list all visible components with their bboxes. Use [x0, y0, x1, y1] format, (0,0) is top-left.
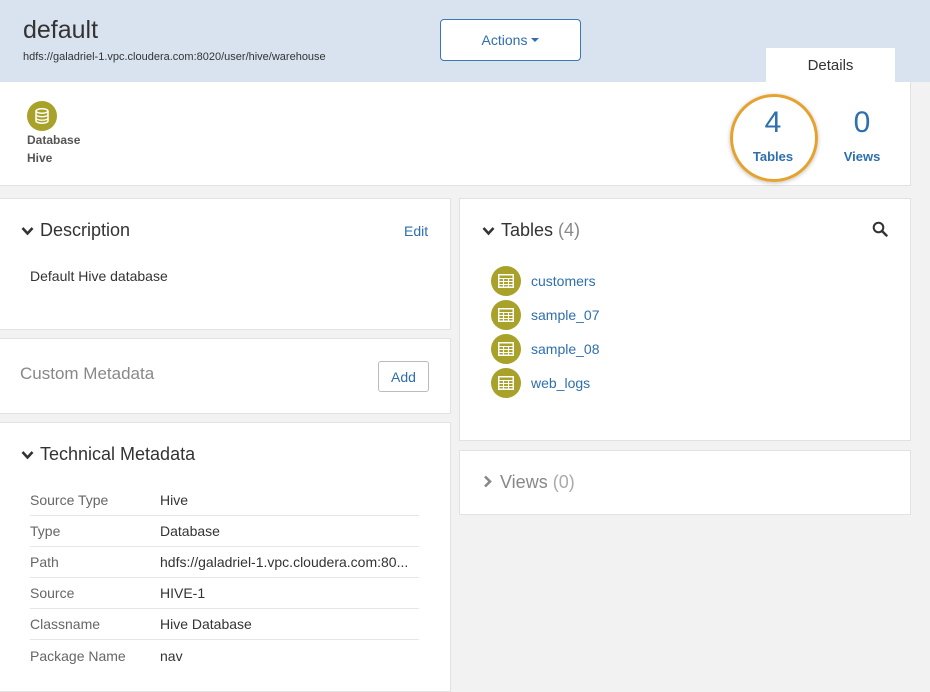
description-header[interactable]: Description	[21, 220, 130, 241]
metadata-row: Source Type Hive	[30, 485, 419, 516]
metadata-value: Database	[160, 523, 220, 539]
metadata-key: Package Name	[30, 647, 126, 664]
views-count-label[interactable]: Views	[832, 149, 892, 164]
table-link[interactable]: web_logs	[531, 375, 590, 391]
tables-count-label[interactable]: Tables	[743, 149, 803, 164]
table-link[interactable]: sample_08	[531, 341, 600, 357]
chevron-down-icon	[21, 220, 35, 241]
views-count[interactable]: 0	[832, 106, 892, 140]
table-list-item[interactable]: sample_08	[491, 334, 600, 364]
metadata-key: Path	[30, 554, 59, 570]
metadata-value: HIVE-1	[160, 585, 206, 601]
add-metadata-button[interactable]: Add	[378, 361, 429, 392]
table-list-item[interactable]: customers	[491, 266, 596, 296]
chevron-down-icon	[482, 220, 496, 241]
search-icon[interactable]	[872, 221, 888, 242]
technical-metadata-title: Technical Metadata	[40, 444, 196, 464]
metadata-value: Hive	[160, 492, 189, 508]
metadata-key: Type	[30, 523, 61, 539]
technical-metadata-header[interactable]: Technical Metadata	[21, 444, 195, 465]
custom-metadata-title: Custom Metadata	[20, 364, 155, 383]
description-panel	[0, 198, 451, 330]
actions-label: Actions	[481, 32, 528, 48]
tables-count-badge: (4)	[558, 220, 581, 240]
caret-down-icon	[531, 38, 540, 42]
actions-dropdown-button[interactable]: Actions	[440, 19, 581, 61]
views-title: Views	[500, 472, 548, 492]
edit-description-link[interactable]: Edit	[404, 223, 428, 239]
metadata-key: Source Type	[30, 492, 109, 508]
table-list-item[interactable]: web_logs	[491, 368, 590, 398]
description-title: Description	[40, 220, 131, 240]
table-icon	[491, 300, 521, 330]
views-header[interactable]: Views (0)	[483, 472, 575, 493]
table-icon	[491, 266, 521, 296]
metadata-value: nav	[160, 647, 183, 664]
metadata-row: Type Database	[30, 516, 419, 547]
views-count-badge: (0)	[552, 472, 575, 492]
tables-header[interactable]: Tables (4)	[482, 220, 580, 241]
chevron-down-icon	[21, 444, 35, 465]
page-title: default	[23, 16, 99, 44]
entity-source-label: Hive	[27, 151, 53, 165]
table-list-item[interactable]: sample_07	[491, 300, 600, 330]
tab-details[interactable]: Details	[766, 48, 895, 82]
metadata-key: Classname	[30, 616, 101, 632]
table-icon	[491, 368, 521, 398]
metadata-row: Path hdfs://galadriel-1.vpc.cloudera.com…	[30, 547, 419, 578]
metadata-key: Source	[30, 585, 75, 601]
tables-title: Tables	[501, 220, 554, 240]
metadata-row: Package Name nav	[30, 640, 419, 671]
metadata-value: Hive Database	[160, 616, 252, 632]
tables-count[interactable]: 4	[743, 106, 803, 140]
table-link[interactable]: customers	[531, 273, 596, 289]
entity-type-label: Database	[27, 133, 81, 147]
metadata-row: Classname Hive Database	[30, 609, 419, 640]
metadata-value: hdfs://galadriel-1.vpc.cloudera.com:80..…	[160, 554, 409, 570]
database-icon	[27, 101, 57, 131]
chevron-right-icon	[483, 472, 495, 493]
metadata-row: Source HIVE-1	[30, 578, 419, 609]
entity-path: hdfs://galadriel-1.vpc.cloudera.com:8020…	[23, 51, 326, 63]
table-link[interactable]: sample_07	[531, 307, 600, 323]
description-text: Default Hive database	[30, 268, 168, 284]
table-icon	[491, 334, 521, 364]
